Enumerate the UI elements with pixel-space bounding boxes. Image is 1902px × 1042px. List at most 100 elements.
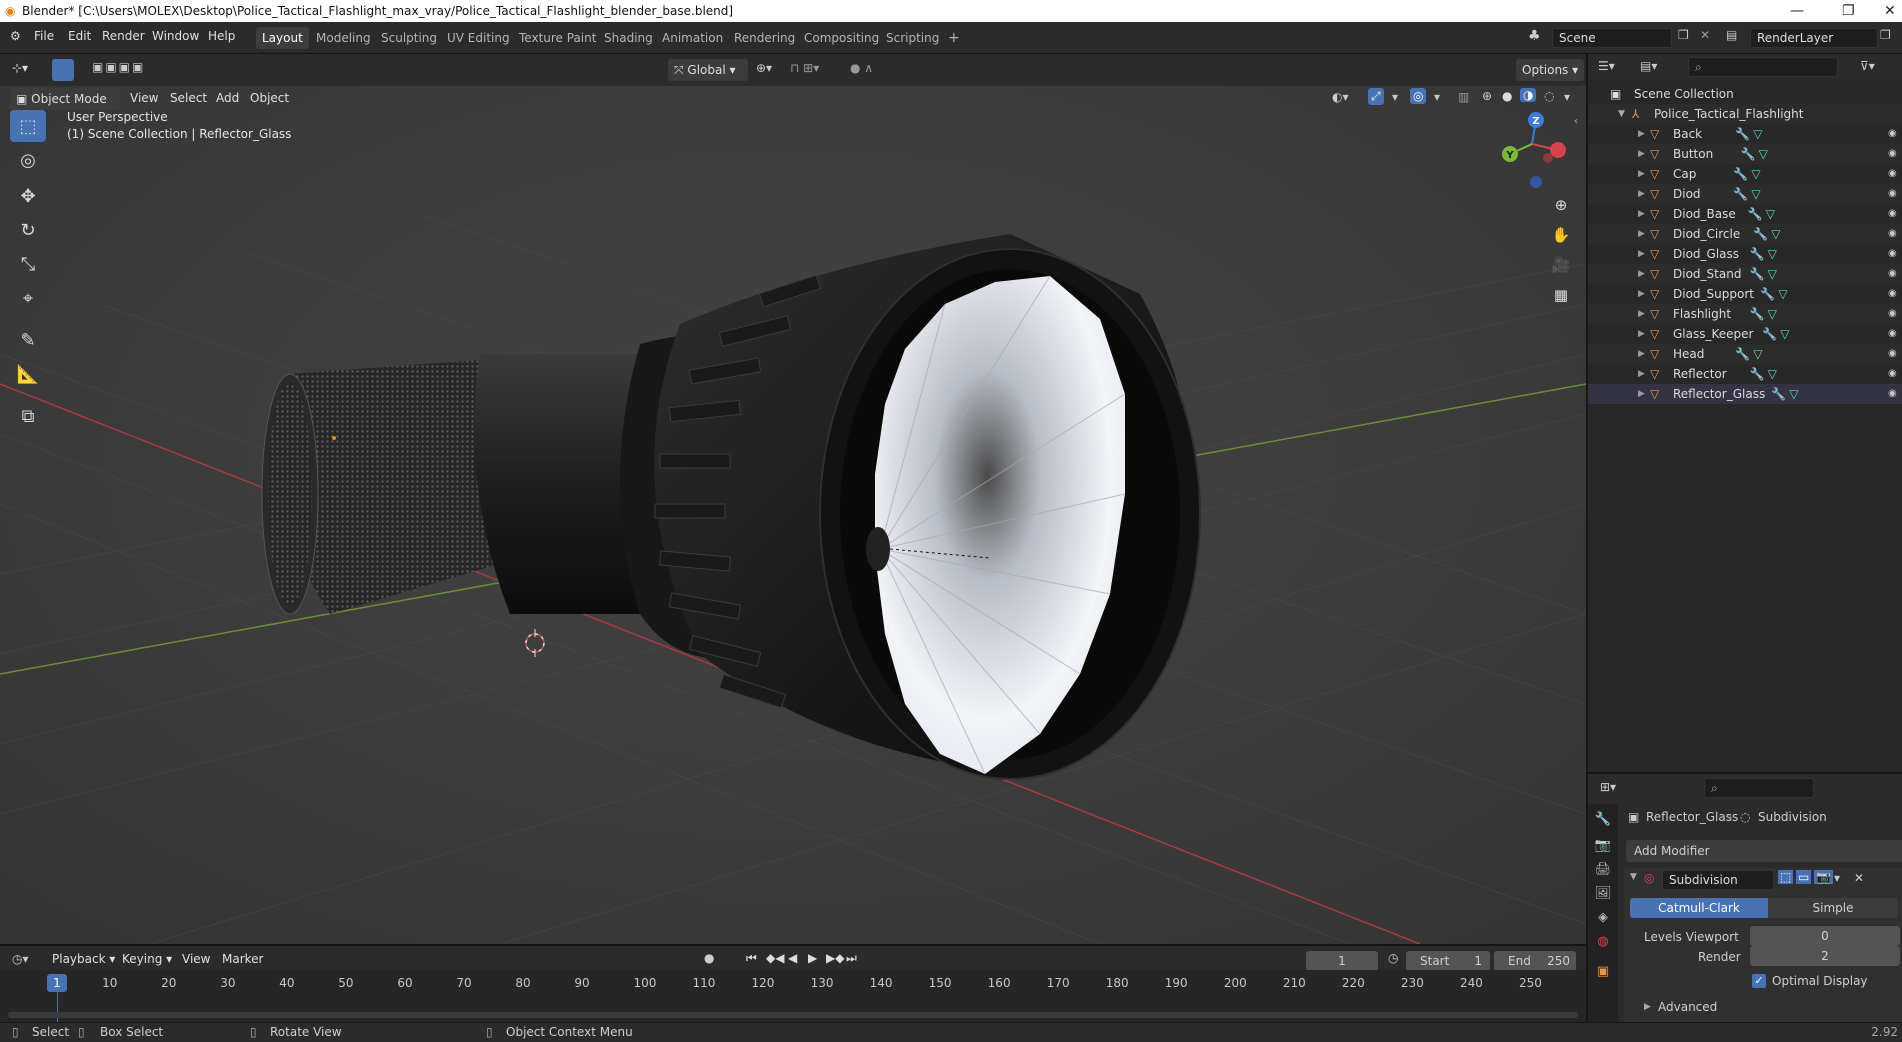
current-frame-field[interactable]: 1 — [1306, 951, 1378, 971]
measure-tool[interactable]: 📐 — [10, 358, 46, 390]
menu-view[interactable]: View — [130, 91, 158, 105]
visibility-eye-icon[interactable]: ◉ — [1888, 324, 1897, 344]
outliner-scene-collection[interactable]: ▣ Scene Collection — [1588, 84, 1902, 104]
next-keyframe-icon[interactable]: ▶◆ — [826, 951, 844, 965]
pan-hand-icon[interactable]: ✋ — [1548, 222, 1574, 248]
scene-name-field[interactable]: Scene — [1552, 28, 1672, 48]
mesh-data-icon[interactable]: ▽ — [1766, 204, 1775, 224]
modifier-name-field[interactable]: Subdivision — [1662, 870, 1774, 890]
annotate-tool[interactable]: ✎ — [10, 324, 46, 356]
viewport-scene[interactable]: Z Y — [0, 54, 1586, 944]
render-level-field[interactable]: 2 — [1750, 946, 1900, 966]
mesh-data-icon[interactable]: ▽ — [1753, 344, 1762, 364]
visibility-eye-icon[interactable]: ◉ — [1888, 284, 1897, 304]
modifier-wrench-icon[interactable]: 🔧 — [1762, 324, 1777, 344]
copy-scene-icon[interactable]: ❐ — [1678, 28, 1689, 42]
visibility-eye-icon[interactable]: ◉ — [1888, 344, 1897, 364]
properties-editor-icon[interactable]: ⊞▾ — [1600, 780, 1616, 794]
visibility-eye-icon[interactable]: ◉ — [1888, 384, 1897, 404]
outliner-editor-icon[interactable]: ☰▾ — [1598, 59, 1615, 73]
cursor-tool[interactable]: ◎ — [10, 144, 46, 176]
mesh-data-icon[interactable]: ▽ — [1778, 284, 1787, 304]
optimal-display-checkbox[interactable]: ✓ — [1752, 974, 1766, 988]
collapse-modifier-icon[interactable]: ▼ — [1630, 872, 1637, 882]
render-toggle-icon[interactable]: 📷 — [1814, 870, 1833, 884]
frame-ruler[interactable]: 1 10 20 30 40 50 60 70 80 90 100 110 120 130 140 150 16… — [0, 970, 1586, 1024]
visibility-eye-icon[interactable]: ◉ — [1888, 164, 1897, 184]
wireframe-shading-icon[interactable]: ⊕ — [1482, 89, 1492, 103]
mesh-data-icon[interactable]: ▽ — [1768, 264, 1777, 284]
gizmo-toggle-icon[interactable]: ⤢ — [1368, 88, 1384, 105]
visibility-eye-icon[interactable]: ◉ — [1888, 184, 1897, 204]
zoom-icon[interactable]: ⊕ — [1548, 192, 1574, 218]
filter-icon[interactable]: ⊽▾ — [1860, 59, 1875, 73]
3d-viewport[interactable]: Z Y ⊹▾ ▣▣▣▣ ⤧ Global ▾ ⊕▾ ⊓ ⊞▾ ● ∧ Optio… — [0, 54, 1586, 944]
end-frame-field[interactable]: End 250 — [1494, 951, 1576, 971]
expand-icon[interactable]: ▶ — [1638, 144, 1645, 164]
outliner-item-head[interactable]: ▶ ▽ Head 🔧 ▽ ◉ — [1588, 344, 1902, 364]
options-dropdown[interactable]: Options ▾ — [1516, 59, 1585, 81]
modifier-wrench-icon[interactable]: 🔧 — [1753, 224, 1768, 244]
levels-viewport-field[interactable]: 0 — [1750, 926, 1900, 946]
expand-icon[interactable]: ▶ — [1638, 344, 1645, 364]
object-tab-icon[interactable]: ▣ — [1593, 962, 1613, 982]
expand-icon[interactable]: ▶ — [1638, 244, 1645, 264]
record-icon[interactable]: ● — [704, 951, 714, 965]
start-frame-field[interactable]: Start 1 — [1406, 951, 1490, 971]
outliner-item-diod-support[interactable]: ▶ ▽ Diod_Support 🔧 ▽ ◉ — [1588, 284, 1902, 304]
close-icon[interactable]: ✕ — [1884, 0, 1896, 22]
menu-add[interactable]: Add — [216, 91, 239, 105]
outliner-item-diod-glass[interactable]: ▶ ▽ Diod_Glass 🔧 ▽ ◉ — [1588, 244, 1902, 264]
minimize-icon[interactable]: — — [1790, 0, 1804, 22]
gizmo-dropdown-icon[interactable]: ▾ — [1392, 90, 1398, 104]
menu-help[interactable]: Help — [208, 29, 235, 43]
advanced-expand-icon[interactable]: ▶ — [1644, 1002, 1651, 1012]
tab-animation[interactable]: Animation — [656, 27, 729, 49]
jump-end-icon[interactable]: ⏭ — [846, 951, 857, 966]
properties-search-input[interactable]: ⌕ — [1704, 778, 1814, 798]
menu-object[interactable]: Object — [250, 91, 289, 105]
proportional-edit-icon[interactable]: ● ∧ — [850, 61, 873, 75]
tab-texture-paint[interactable]: Texture Paint — [513, 27, 602, 49]
tab-layout[interactable]: Layout — [256, 27, 309, 49]
timeline-editor-icon[interactable]: ◷▾ — [12, 952, 29, 966]
expand-collection-icon[interactable]: ▼ — [1618, 104, 1625, 124]
edit-mode-toggle-icon[interactable]: ⬚ — [1778, 870, 1794, 884]
menu-select[interactable]: Select — [170, 91, 207, 105]
prev-keyframe-icon[interactable]: ◆◀ — [766, 951, 784, 965]
modifier-wrench-icon[interactable]: 🔧 — [1750, 304, 1765, 324]
visibility-eye-icon[interactable]: ◉ — [1888, 244, 1897, 264]
mesh-data-icon[interactable]: ▽ — [1768, 364, 1777, 384]
tab-compositing[interactable]: Compositing — [798, 27, 885, 49]
modifier-wrench-icon[interactable]: 🔧 — [1748, 204, 1763, 224]
visibility-icon[interactable]: ◐▾ — [1332, 90, 1349, 104]
view-layer-tab-icon[interactable]: 🖼 — [1593, 884, 1613, 904]
tool-tab-icon[interactable]: 🔧 — [1593, 810, 1613, 830]
timeline-scrollbar[interactable] — [8, 1012, 1578, 1018]
visibility-eye-icon[interactable]: ◉ — [1888, 224, 1897, 244]
expand-icon[interactable]: ▶ — [1638, 224, 1645, 244]
expand-icon[interactable]: ▶ — [1638, 204, 1645, 224]
play-reverse-icon[interactable]: ◀ — [788, 951, 797, 965]
overlay-dropdown-icon[interactable]: ▾ — [1434, 90, 1440, 104]
add-modifier-button[interactable]: Add Modifier — [1626, 840, 1902, 862]
visibility-eye-icon[interactable]: ◉ — [1888, 204, 1897, 224]
world-tab-icon[interactable]: ◍ — [1593, 932, 1613, 952]
modifier-wrench-icon[interactable]: 🔧 — [1733, 184, 1748, 204]
copy-layer-icon[interactable]: ❐ — [1880, 28, 1891, 42]
modifier-wrench-icon[interactable]: 🔧 — [1735, 344, 1750, 364]
mesh-data-icon[interactable]: ▽ — [1751, 164, 1760, 184]
rendered-shading-icon[interactable]: ◌ — [1544, 89, 1554, 103]
expand-icon[interactable]: ▶ — [1638, 164, 1645, 184]
remove-scene-icon[interactable]: ✕ — [1700, 28, 1710, 42]
tab-rendering[interactable]: Rendering — [728, 27, 801, 49]
mesh-data-icon[interactable]: ▽ — [1759, 144, 1768, 164]
tab-sculpting[interactable]: Sculpting — [375, 27, 443, 49]
add-workspace-icon[interactable]: + — [942, 27, 966, 49]
menu-timeline-view[interactable]: View — [182, 952, 210, 966]
collapse-sidebar-icon[interactable]: ‹ — [1574, 116, 1578, 127]
modifier-wrench-icon[interactable]: 🔧 — [1735, 124, 1750, 144]
expand-icon[interactable]: ▶ — [1638, 264, 1645, 284]
menu-playback[interactable]: Playback ▾ — [52, 952, 115, 966]
camera-view-icon[interactable]: 🎥 — [1548, 252, 1574, 278]
